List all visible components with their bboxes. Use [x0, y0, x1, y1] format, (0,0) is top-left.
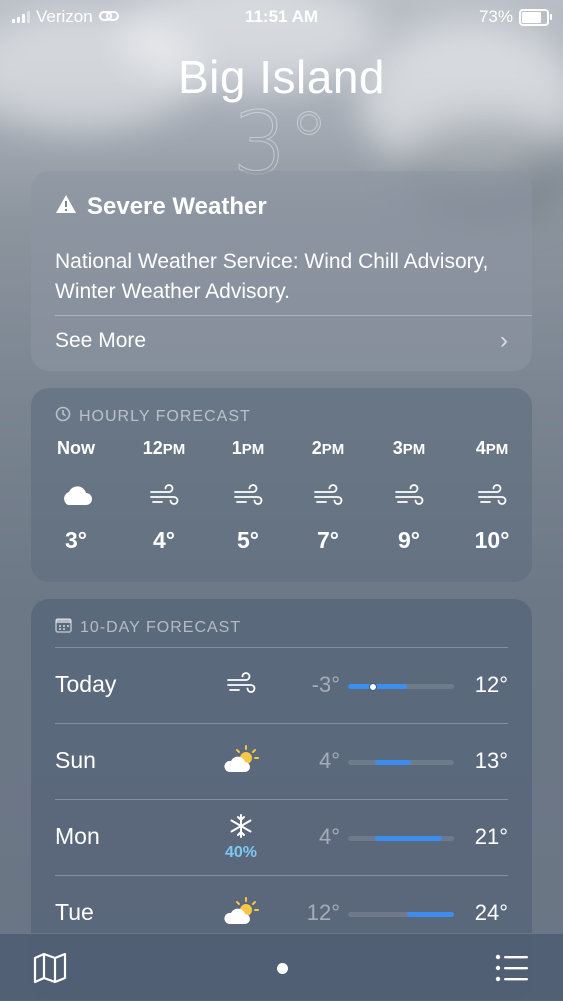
hourly-time: Now	[57, 438, 95, 458]
wind-icon	[226, 671, 256, 699]
temp-range-bar	[406, 912, 454, 917]
temp-range-track	[348, 683, 454, 691]
hourly-temp: 3°	[65, 527, 87, 553]
day-name: Sun	[55, 747, 96, 773]
high-temp: 12°	[474, 672, 508, 697]
partly-sunny-icon	[222, 896, 260, 931]
day-condition	[215, 660, 267, 710]
wind-icon	[457, 475, 527, 515]
temp-range-track	[348, 912, 454, 917]
page-indicator-dot[interactable]	[277, 963, 288, 974]
hourly-time: 4PM	[475, 438, 509, 458]
temp-range-bar	[375, 836, 443, 841]
low-temp: 12°	[306, 900, 340, 925]
low-temp: 4°	[318, 748, 340, 773]
chevron-right-icon[interactable]: ›	[500, 327, 508, 355]
hourly-time: 3PM	[392, 438, 426, 458]
map-icon[interactable]	[33, 952, 67, 989]
high-temp: 13°	[474, 748, 508, 773]
snowflake-icon	[228, 813, 254, 844]
partly-sunny-icon	[222, 744, 260, 779]
hourly-temp: 5°	[237, 527, 259, 553]
high-temp: 21°	[474, 824, 508, 849]
hourly-time: 12PM	[142, 438, 186, 458]
wind-icon	[213, 475, 283, 515]
hourly-time: 1PM	[231, 438, 265, 458]
status-right: 73%	[478, 7, 552, 27]
hourly-item: 3PM 9°	[374, 438, 444, 554]
severe-title-row: Severe Weather	[55, 193, 267, 221]
hourly-time: 2PM	[311, 438, 345, 458]
day-row[interactable]: Sun 4° 13°	[55, 723, 508, 800]
hourly-temp: 7°	[317, 527, 339, 553]
day-condition: 40%	[215, 812, 267, 862]
battery-percent: 73%	[478, 7, 513, 26]
day-condition	[215, 736, 267, 786]
battery-level	[522, 11, 541, 23]
wind-icon	[374, 475, 444, 515]
hourly-forecast-card[interactable]: HOURLY FORECAST Now 3° 12PM 4° 1PM 5° 2PM 7° 3PM…	[31, 388, 532, 582]
clock-icon	[55, 406, 71, 427]
hourly-item: 1PM 5°	[213, 438, 283, 554]
hourly-item: Now 3°	[41, 438, 111, 554]
hourly-temp: 10°	[474, 527, 510, 553]
hourly-temp: 4°	[153, 527, 175, 553]
day-row[interactable]: Today -3° 12°	[55, 647, 508, 724]
severe-description: National Weather Service: Wind Chill Adv…	[55, 250, 489, 303]
hourly-header: HOURLY FORECAST	[55, 406, 251, 427]
current-temp-dot	[368, 683, 377, 691]
low-temp: -3°	[311, 672, 340, 697]
wind-icon	[293, 475, 363, 515]
day-condition	[215, 888, 267, 938]
hourly-item: 4PM 10°	[457, 438, 527, 554]
day-row[interactable]: Mon 40% 4° 21°	[55, 799, 508, 876]
temp-range-bar	[375, 760, 411, 765]
severe-weather-card[interactable]: Severe Weather National Weather Service:…	[31, 171, 532, 371]
hourly-temp: 9°	[398, 527, 420, 553]
wind-icon	[129, 475, 199, 515]
bottom-toolbar	[0, 933, 563, 1001]
low-temp: 4°	[318, 824, 340, 849]
warning-triangle-icon	[55, 193, 77, 221]
temp-range-track	[348, 760, 454, 765]
hourly-heading: HOURLY FORECAST	[79, 407, 251, 425]
hourly-item: 2PM 7°	[293, 438, 363, 554]
severe-divider	[55, 315, 532, 316]
day-name: Tue	[55, 899, 94, 925]
day-name: Today	[55, 671, 117, 697]
calendar-icon	[55, 617, 72, 638]
ten-day-heading: 10-DAY FORECAST	[80, 618, 242, 636]
ten-day-header: 10-DAY FORECAST	[55, 617, 241, 638]
temp-range-bar	[348, 684, 407, 689]
status-bar: Verizon 11:51 AM 73%	[0, 0, 563, 34]
high-temp: 24°	[474, 900, 508, 925]
precip-chance: 40%	[224, 843, 258, 861]
temp-range-track	[348, 836, 454, 841]
severe-title: Severe Weather	[87, 193, 267, 220]
battery-icon	[519, 8, 552, 26]
day-name: Mon	[55, 823, 100, 849]
list-icon[interactable]	[495, 954, 529, 987]
see-more-link[interactable]: See More	[55, 329, 146, 353]
hourly-item: 12PM 4°	[129, 438, 199, 554]
cloud-icon	[41, 475, 111, 515]
